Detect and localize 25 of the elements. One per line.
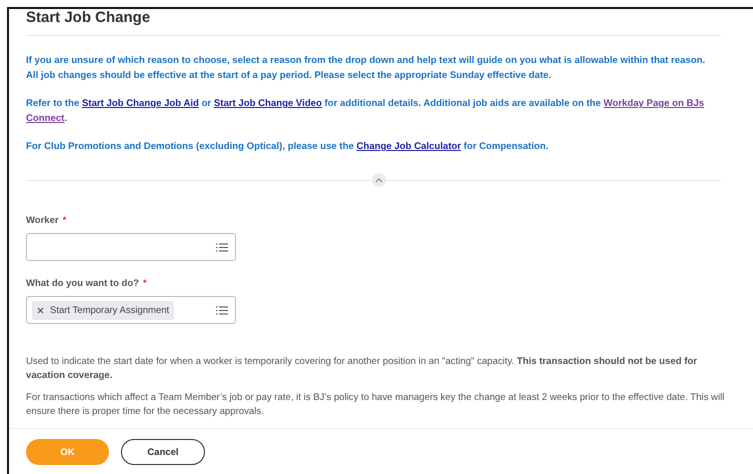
list-icon[interactable] <box>216 242 228 252</box>
prompt-field[interactable] <box>26 233 236 261</box>
selected-chip[interactable]: Start Temporary Assignment <box>32 300 174 320</box>
instruction-text: If you are unsure of which reason to choose, select a reason from the drop down and help text will guide on you what is allowable within that reason. All job changes should be effective at the start of a pay period. Please select the appropriate Sunday effective date. <box>26 54 706 83</box>
required-mark: * <box>142 278 147 289</box>
field-label: Worker <box>26 215 59 226</box>
link[interactable]: Start Job Change Job Aid <box>82 98 199 109</box>
help-text: For transactions which affect a Team Member’s job or pay rate, it is BJ’s policy to have managers key the change at least 2 weeks prior to the effective date. This will ensure there is proper time for the necessary approvals. <box>26 391 726 419</box>
link[interactable]: Start Job Change Video <box>214 98 322 109</box>
collapse-button[interactable] <box>372 173 386 187</box>
field-label: What do you want to do? <box>26 278 139 289</box>
cancel-button[interactable]: Cancel <box>121 439 205 465</box>
prompt-field[interactable]: Start Temporary Assignment <box>26 296 236 324</box>
help-text: Used to indicate the start date for when a worker is temporarily covering for another position in an "acting" capacity. This transaction should not be used for vacation coverage. <box>26 355 698 383</box>
link[interactable]: Connect <box>26 113 64 124</box>
link[interactable]: Change Job Calculator <box>356 141 461 152</box>
chevron-up-icon <box>375 178 383 182</box>
required-mark: * <box>62 215 66 226</box>
link[interactable]: Workday Page on BJs <box>604 98 704 109</box>
instruction-text: For Club Promotions and Demotions (excluding Optical), please use the Change Job Calculator for Compensation. <box>26 140 550 154</box>
remove-icon <box>37 306 44 314</box>
instruction-text: Refer to the Start Job Change Job Aid or Start Job Change Video for additional details. Additional job aids are available on the Workday Page on BJs Connect. <box>26 97 706 126</box>
list-icon[interactable] <box>216 306 228 314</box>
chip-text: Start Temporary Assignment <box>50 304 170 316</box>
page-title: Start Job Change <box>26 9 721 36</box>
